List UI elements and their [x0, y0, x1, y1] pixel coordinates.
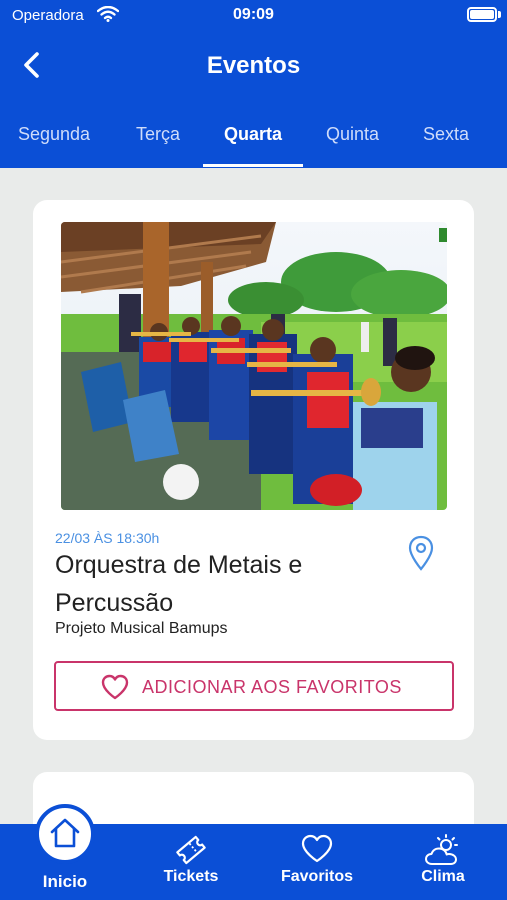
tabbar-label-tickets: Tickets — [163, 868, 219, 885]
page-title: Eventos — [206, 52, 301, 79]
tabbar-item-tickets[interactable]: Tickets — [136, 824, 246, 900]
battery-icon — [467, 7, 497, 22]
active-tab-indicator — [203, 164, 303, 167]
tabbar-item-favoritos[interactable]: Favoritos — [262, 824, 372, 900]
band-photo-illustration — [61, 222, 447, 510]
event-card[interactable]: 22/03 ÀS 18:30h Orquestra de Metais e Pe… — [33, 200, 474, 740]
header: Operadora 09:09 Eventos Segunda Terça Qu… — [0, 0, 507, 168]
home-icon — [50, 818, 80, 848]
add-to-favorites-label: ADICIONAR AOS FAVORITOS — [142, 677, 402, 697]
day-tabs: Segunda Terça Quarta Quinta Sexta — [0, 118, 507, 168]
event-photo — [61, 222, 447, 510]
tabbar-label-clima: Clima — [421, 868, 465, 885]
tabbar-item-clima[interactable]: Clima — [388, 824, 498, 900]
battery-tip — [498, 11, 501, 18]
ticket-icon — [176, 835, 206, 865]
tabbar-label-favoritos: Favoritos — [280, 868, 353, 885]
tab-quarta[interactable]: Quarta — [224, 124, 282, 145]
navigation-bar: Eventos — [0, 38, 507, 94]
status-bar: Operadora 09:09 — [0, 0, 507, 32]
tab-sexta[interactable]: Sexta — [423, 124, 469, 145]
event-organizer: Projeto Musical Bamups — [55, 620, 228, 637]
tabbar-label-inicio: Inicio — [42, 872, 88, 891]
add-to-favorites-button[interactable]: ADICIONAR AOS FAVORITOS — [54, 661, 454, 711]
clock: 09:09 — [233, 6, 274, 23]
tab-quinta[interactable]: Quinta — [326, 124, 379, 145]
heart-icon — [301, 834, 333, 863]
heart-outline-icon — [101, 674, 129, 700]
event-date: 22/03 ÀS 18:30h — [55, 530, 160, 546]
home-button[interactable] — [35, 804, 95, 864]
tab-terca[interactable]: Terça — [136, 124, 180, 145]
tab-segunda[interactable]: Segunda — [18, 124, 90, 145]
location-pin-icon[interactable] — [408, 535, 434, 573]
event-title: Orquestra de Metais e Percussão — [55, 551, 303, 617]
weather-icon — [425, 834, 458, 865]
